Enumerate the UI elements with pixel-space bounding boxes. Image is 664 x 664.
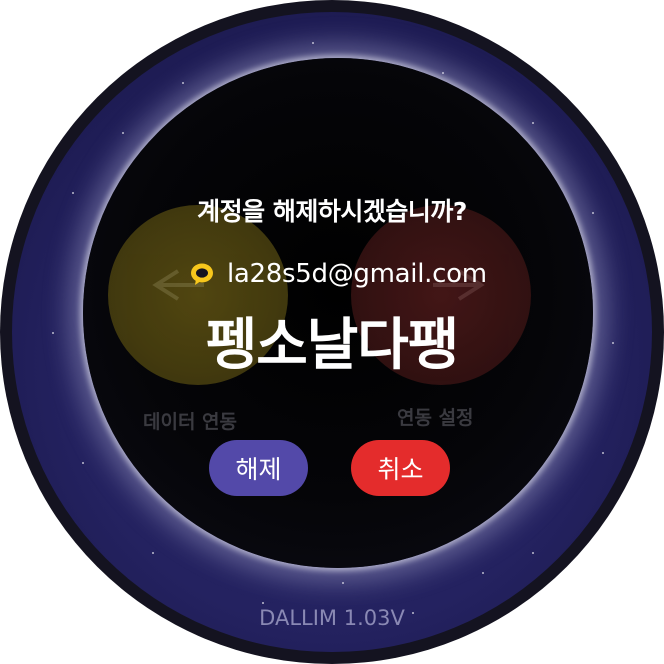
account-row: la28s5d@gmail.com [189, 256, 487, 292]
account-nickname: 펭소날다팽 [205, 313, 460, 378]
account-email: la28s5d@gmail.com [227, 259, 487, 289]
kakao-talk-icon [191, 263, 213, 285]
dialog-title: 계정을 해제하시겠습니까? [197, 197, 467, 226]
watch-screen: 데이터 연동 연동 설정 계정을 해제하시겠습니까? la28s5d@gmail… [0, 0, 664, 664]
cancel-button[interactable]: 취소 [351, 440, 450, 496]
app-version: DALLIM 1.03V [259, 606, 405, 630]
unlink-button[interactable]: 해제 [209, 440, 308, 496]
data-sync-label: 데이터 연동 [143, 411, 238, 433]
sync-settings-label: 연동 설정 [397, 407, 474, 429]
